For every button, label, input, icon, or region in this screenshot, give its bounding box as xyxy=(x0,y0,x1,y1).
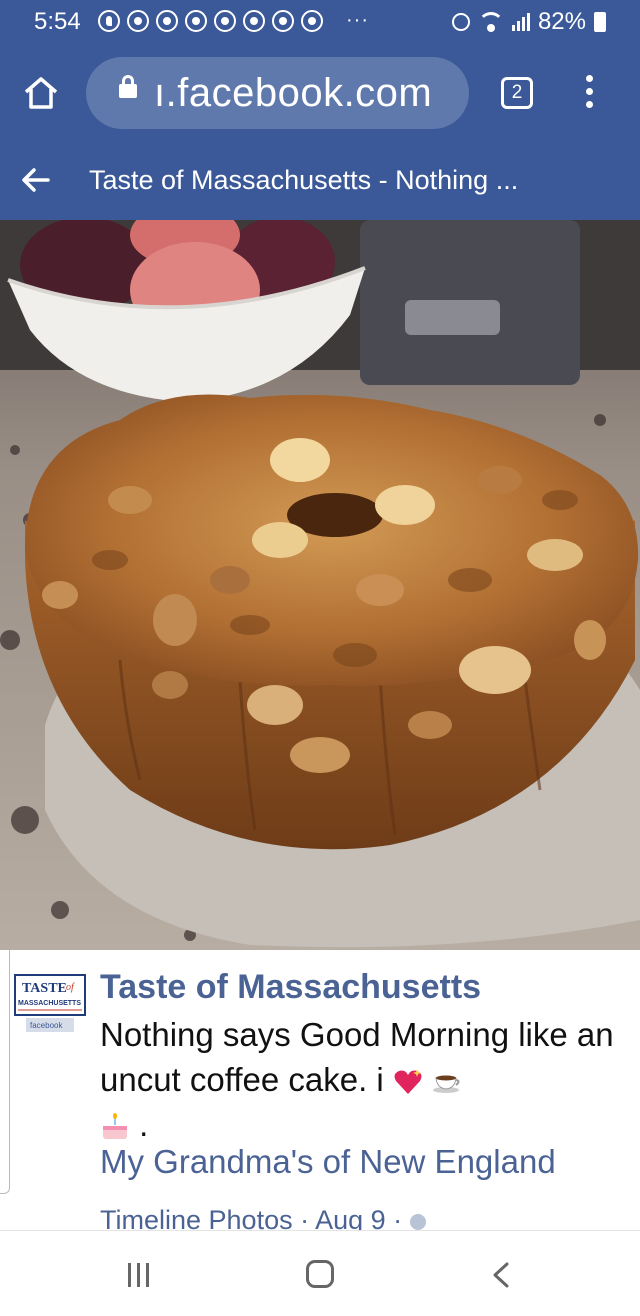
post-text: Nothing says Good Morning like an uncut … xyxy=(100,1012,630,1147)
post-body: Nothing says Good Morning like an uncut … xyxy=(100,1016,614,1098)
album-link[interactable]: My Grandma's of New England xyxy=(100,1143,556,1181)
url-text: ı.facebook.com xyxy=(154,71,433,115)
chrome-icon xyxy=(301,9,323,32)
home-icon[interactable] xyxy=(22,74,60,112)
coffee-cup-icon xyxy=(433,1075,460,1094)
chrome-icon xyxy=(243,9,265,32)
coffee-cake-image xyxy=(0,220,640,950)
chrome-icon xyxy=(156,9,178,32)
page-avatar[interactable]: TASTE of MASSACHUSETTS facebook xyxy=(14,974,86,1036)
back-arrow-icon[interactable] xyxy=(20,164,52,196)
status-time: 5:54 xyxy=(34,8,81,35)
alarm-icon xyxy=(451,13,470,31)
page-title: Taste of Massachusetts - Nothing ... xyxy=(89,165,519,195)
back-button[interactable] xyxy=(490,1261,512,1289)
system-nav-bar xyxy=(0,1230,640,1316)
signal-icon xyxy=(511,13,530,31)
logo-word-facebook: facebook xyxy=(30,1021,63,1030)
logo-word-taste: TASTE xyxy=(22,981,67,996)
pinterest-icon xyxy=(98,9,120,32)
recent-apps-button[interactable] xyxy=(128,1263,154,1287)
battery-icon xyxy=(594,12,606,32)
logo-word-massachusetts: MASSACHUSETTS xyxy=(18,1000,81,1007)
page-name-link[interactable]: Taste of Massachusetts xyxy=(100,968,481,1007)
notification-icons: ··· xyxy=(98,9,369,32)
logo-word-of: of xyxy=(66,982,75,993)
sparkling-heart-icon xyxy=(394,1069,422,1095)
post-caption: TASTE of MASSACHUSETTS facebook Taste of… xyxy=(0,950,640,1235)
post-photo[interactable] xyxy=(0,220,640,950)
battery-percent: 82% xyxy=(537,8,586,35)
card-edge xyxy=(0,950,10,1194)
chrome-icon xyxy=(127,9,149,32)
birthday-cake-icon xyxy=(103,1113,127,1140)
browser-menu-icon[interactable] xyxy=(583,75,595,111)
post-body-end: . xyxy=(139,1106,149,1143)
status-bar: 5:54 ··· 82% xyxy=(0,0,640,44)
chrome-icon xyxy=(214,9,236,32)
browser-toolbar: ı.facebook.com 2 xyxy=(0,44,640,142)
tab-switcher-button[interactable]: 2 xyxy=(501,77,533,109)
home-button[interactable] xyxy=(306,1260,334,1288)
page-header: Taste of Massachusetts - Nothing ... xyxy=(0,142,640,220)
address-bar[interactable]: ı.facebook.com xyxy=(86,57,469,129)
lock-icon xyxy=(119,75,137,98)
chrome-icon xyxy=(272,9,294,32)
chrome-icon xyxy=(185,9,207,32)
wifi-icon xyxy=(477,12,504,32)
more-notifications-icon: ··· xyxy=(346,9,369,31)
globe-icon xyxy=(409,1213,426,1230)
